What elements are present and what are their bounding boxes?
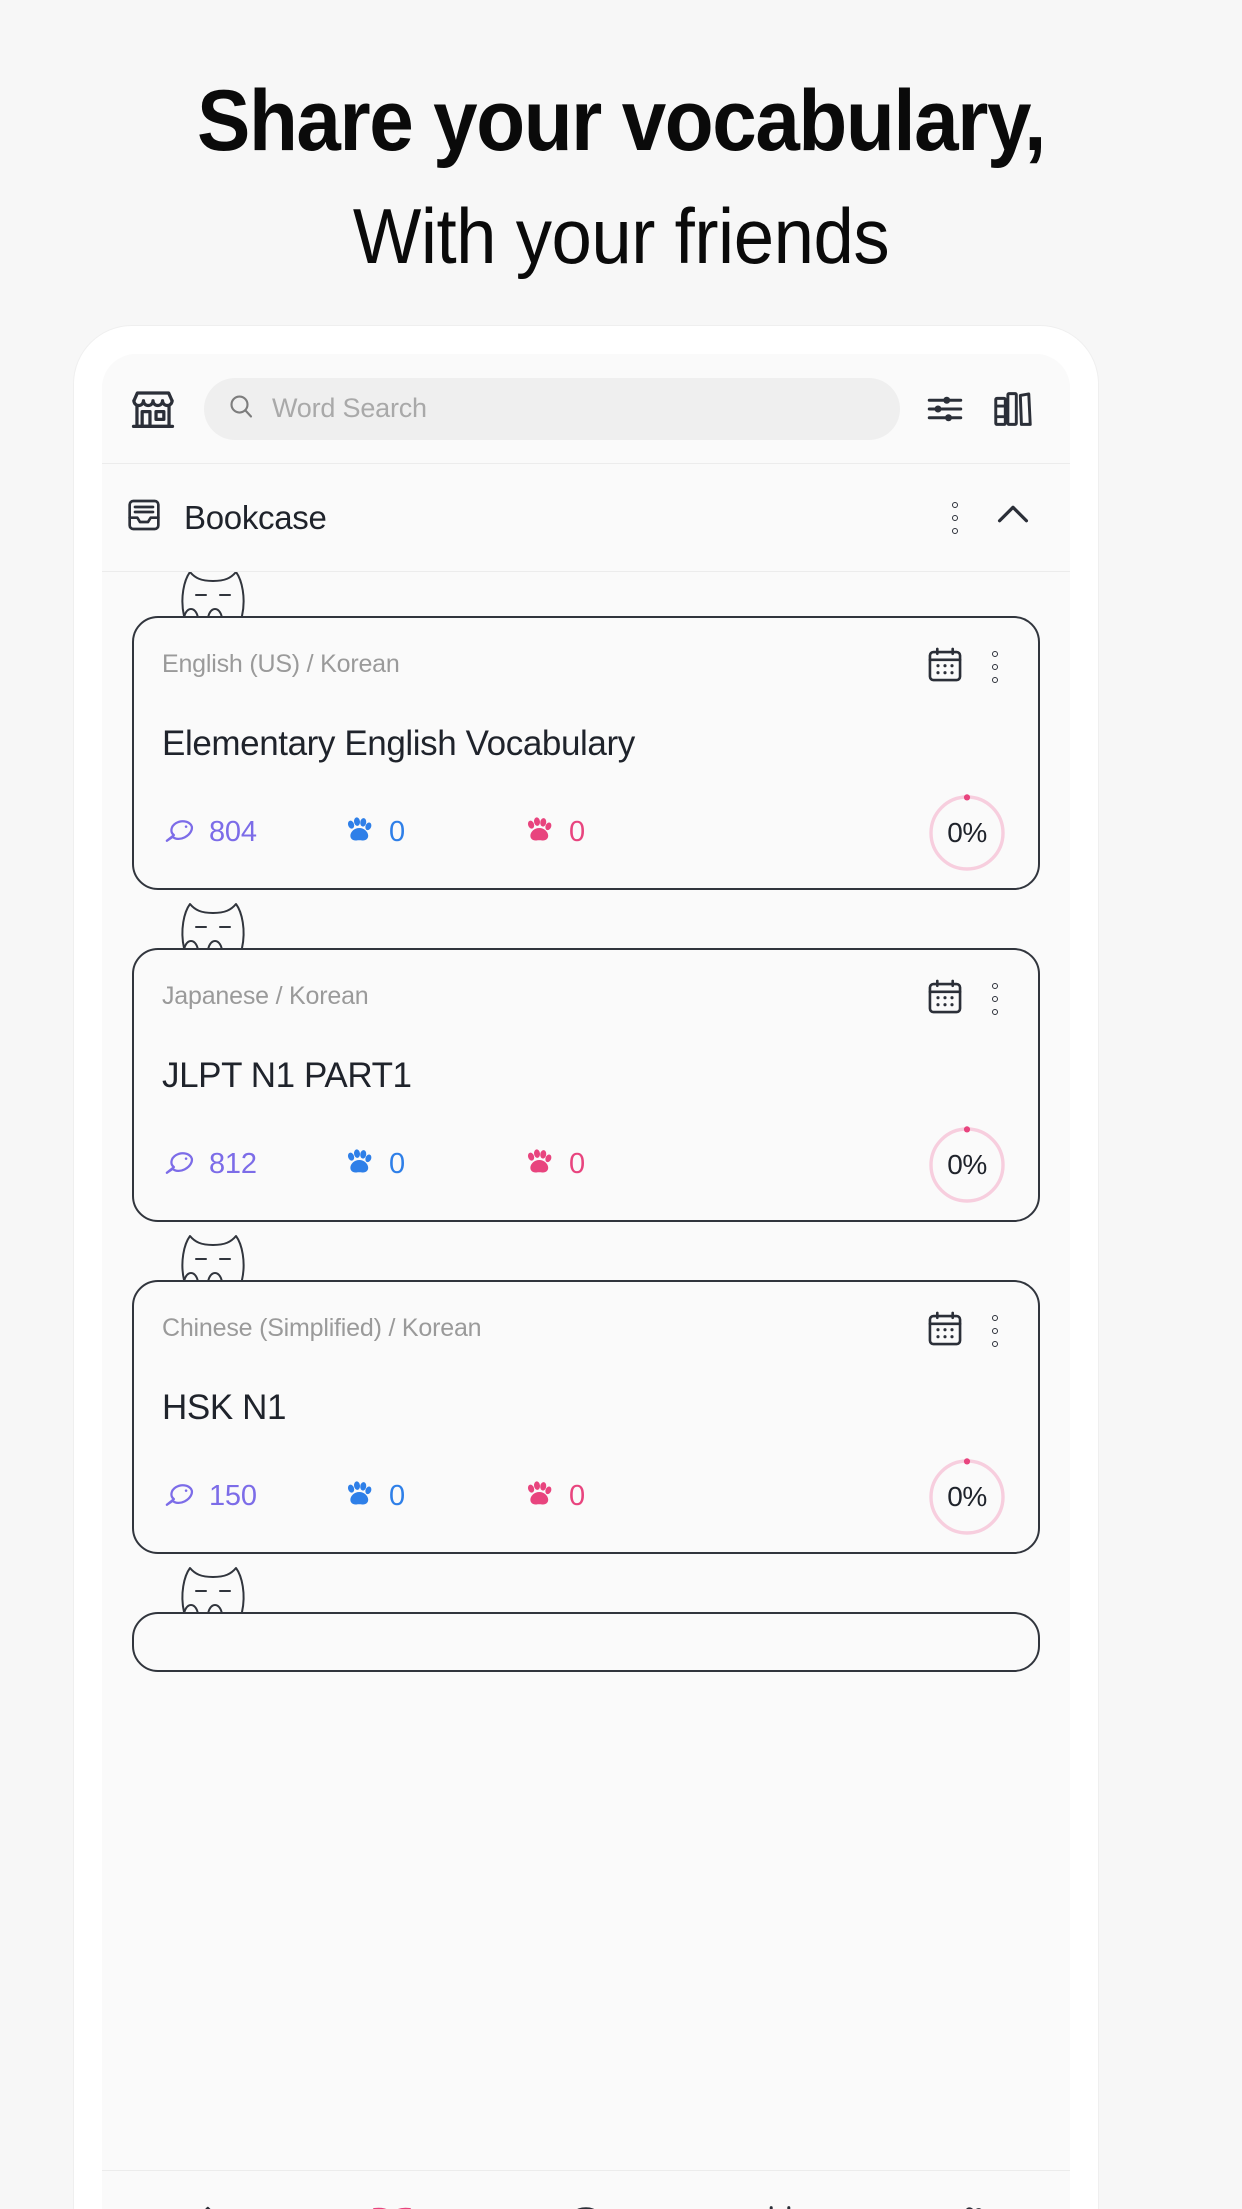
nav-item-paw[interactable] — [876, 2171, 1070, 2209]
bottom-navigation — [102, 2170, 1070, 2209]
book-card[interactable]: Chinese (Simplified) / Korean HSK N1 150… — [132, 1235, 1040, 1554]
search-icon — [226, 391, 256, 426]
chevron-up-icon[interactable] — [990, 492, 1036, 543]
nav-item-write[interactable] — [102, 2171, 296, 2209]
app-top-bar: Word Search — [102, 354, 1070, 464]
progress-ring: 0% — [924, 1454, 1010, 1540]
book-card-title: Elementary English Vocabulary — [162, 724, 635, 763]
book-card-language: Japanese / Korean — [162, 982, 369, 1010]
favorite-stat: 0 — [522, 813, 702, 852]
paw-blue-icon — [342, 1477, 376, 1516]
learned-stat: 0 — [342, 813, 522, 852]
search-placeholder: Word Search — [272, 393, 427, 423]
phone-mockup: Word Search Bookcase English (US) / Kore… — [74, 326, 1098, 2209]
book-card-title: JLPT N1 PART1 — [162, 1056, 412, 1095]
word-count-stat: 812 — [162, 1145, 342, 1184]
book-card-body[interactable]: Chinese (Simplified) / Korean HSK N1 150… — [132, 1280, 1040, 1554]
bookshelf-icon[interactable] — [990, 386, 1036, 432]
favorite-stat: 0 — [522, 1477, 702, 1516]
fish-icon — [162, 1477, 196, 1516]
learned-value: 0 — [389, 815, 405, 848]
calendar-icon[interactable] — [924, 644, 966, 686]
more-vertical-icon[interactable] — [980, 1308, 1010, 1354]
book-card-language: Chinese (Simplified) / Korean — [162, 1314, 482, 1342]
favorite-value: 0 — [569, 1479, 585, 1512]
paw-pink-icon — [522, 813, 556, 852]
nav-item-study[interactable] — [296, 2171, 490, 2209]
book-card-body[interactable]: English (US) / Korean Elementary English… — [132, 616, 1040, 890]
favorite-stat: 0 — [522, 1145, 702, 1184]
fish-icon — [162, 1145, 196, 1184]
paw-pink-icon — [522, 1477, 556, 1516]
progress-value: 0% — [947, 1481, 987, 1512]
book-card-header: English (US) / Korean — [162, 644, 1010, 690]
word-count-value: 812 — [209, 1147, 257, 1180]
progress-value: 0% — [947, 817, 987, 848]
paw-icon — [949, 2202, 997, 2209]
calendar-icon — [756, 2202, 804, 2209]
book-card[interactable]: Japanese / Korean JLPT N1 PART1 812 0 0 … — [132, 903, 1040, 1222]
book-card-language: English (US) / Korean — [162, 650, 400, 678]
word-count-stat: 804 — [162, 813, 342, 852]
paw-pink-icon — [522, 1145, 556, 1184]
progress-ring: 0% — [924, 1122, 1010, 1208]
search-input[interactable]: Word Search — [204, 377, 900, 440]
more-vertical-icon[interactable] — [980, 644, 1010, 690]
book-card-stats: 150 0 0 0% — [162, 1458, 1010, 1535]
pencil-icon — [175, 2202, 223, 2209]
sliders-icon[interactable] — [922, 386, 968, 432]
paw-blue-icon — [342, 1145, 376, 1184]
progress-value: 0% — [947, 1149, 987, 1180]
book-card-title: HSK N1 — [162, 1388, 287, 1427]
book-card-body[interactable]: Japanese / Korean JLPT N1 PART1 812 0 0 … — [132, 948, 1040, 1222]
book-card[interactable]: English (US) / Korean Elementary English… — [132, 572, 1040, 890]
phone-screen: Word Search Bookcase English (US) / Kore… — [102, 354, 1070, 2209]
word-count-stat: 150 — [162, 1477, 342, 1516]
nav-item-quiz[interactable] — [489, 2171, 683, 2209]
favorite-value: 0 — [569, 1147, 585, 1180]
nav-item-calendar[interactable] — [683, 2171, 877, 2209]
progress-ring: 0% — [924, 790, 1010, 876]
book-card-stats: 804 0 0 0% — [162, 794, 1010, 871]
learned-stat: 0 — [342, 1145, 522, 1184]
app-store-promo-screenshot: Share your vocabulary, With your friends — [0, 0, 1242, 2209]
inbox-icon — [124, 495, 164, 540]
more-vertical-icon[interactable] — [940, 495, 970, 541]
word-count-value: 150 — [209, 1479, 257, 1512]
question-bubble-icon — [562, 2202, 610, 2209]
section-title: Bookcase — [184, 498, 327, 536]
favorite-value: 0 — [569, 815, 585, 848]
book-card-header: Japanese / Korean — [162, 976, 1010, 1022]
open-book-icon — [367, 2201, 417, 2209]
book-card-partial[interactable] — [132, 1567, 1040, 1672]
paw-blue-icon — [342, 813, 376, 852]
book-card-header: Chinese (Simplified) / Korean — [162, 1308, 1010, 1354]
calendar-icon[interactable] — [924, 976, 966, 1018]
headline-line-1: Share your vocabulary, — [197, 73, 1046, 169]
learned-value: 0 — [389, 1147, 405, 1180]
book-card-stats: 812 0 0 0% — [162, 1126, 1010, 1203]
calendar-icon[interactable] — [924, 1308, 966, 1350]
fish-icon — [162, 813, 196, 852]
book-card-body[interactable] — [132, 1612, 1040, 1672]
bookcase-section-header[interactable]: Bookcase — [102, 464, 1070, 572]
learned-value: 0 — [389, 1479, 405, 1512]
bookcase-card-list: English (US) / Korean Elementary English… — [102, 572, 1070, 2162]
promo-headline: Share your vocabulary, With your friends — [0, 76, 1242, 278]
word-count-value: 804 — [209, 815, 257, 848]
learned-stat: 0 — [342, 1477, 522, 1516]
more-vertical-icon[interactable] — [980, 976, 1010, 1022]
headline-line-2: With your friends — [352, 192, 890, 281]
store-icon[interactable] — [124, 380, 182, 438]
